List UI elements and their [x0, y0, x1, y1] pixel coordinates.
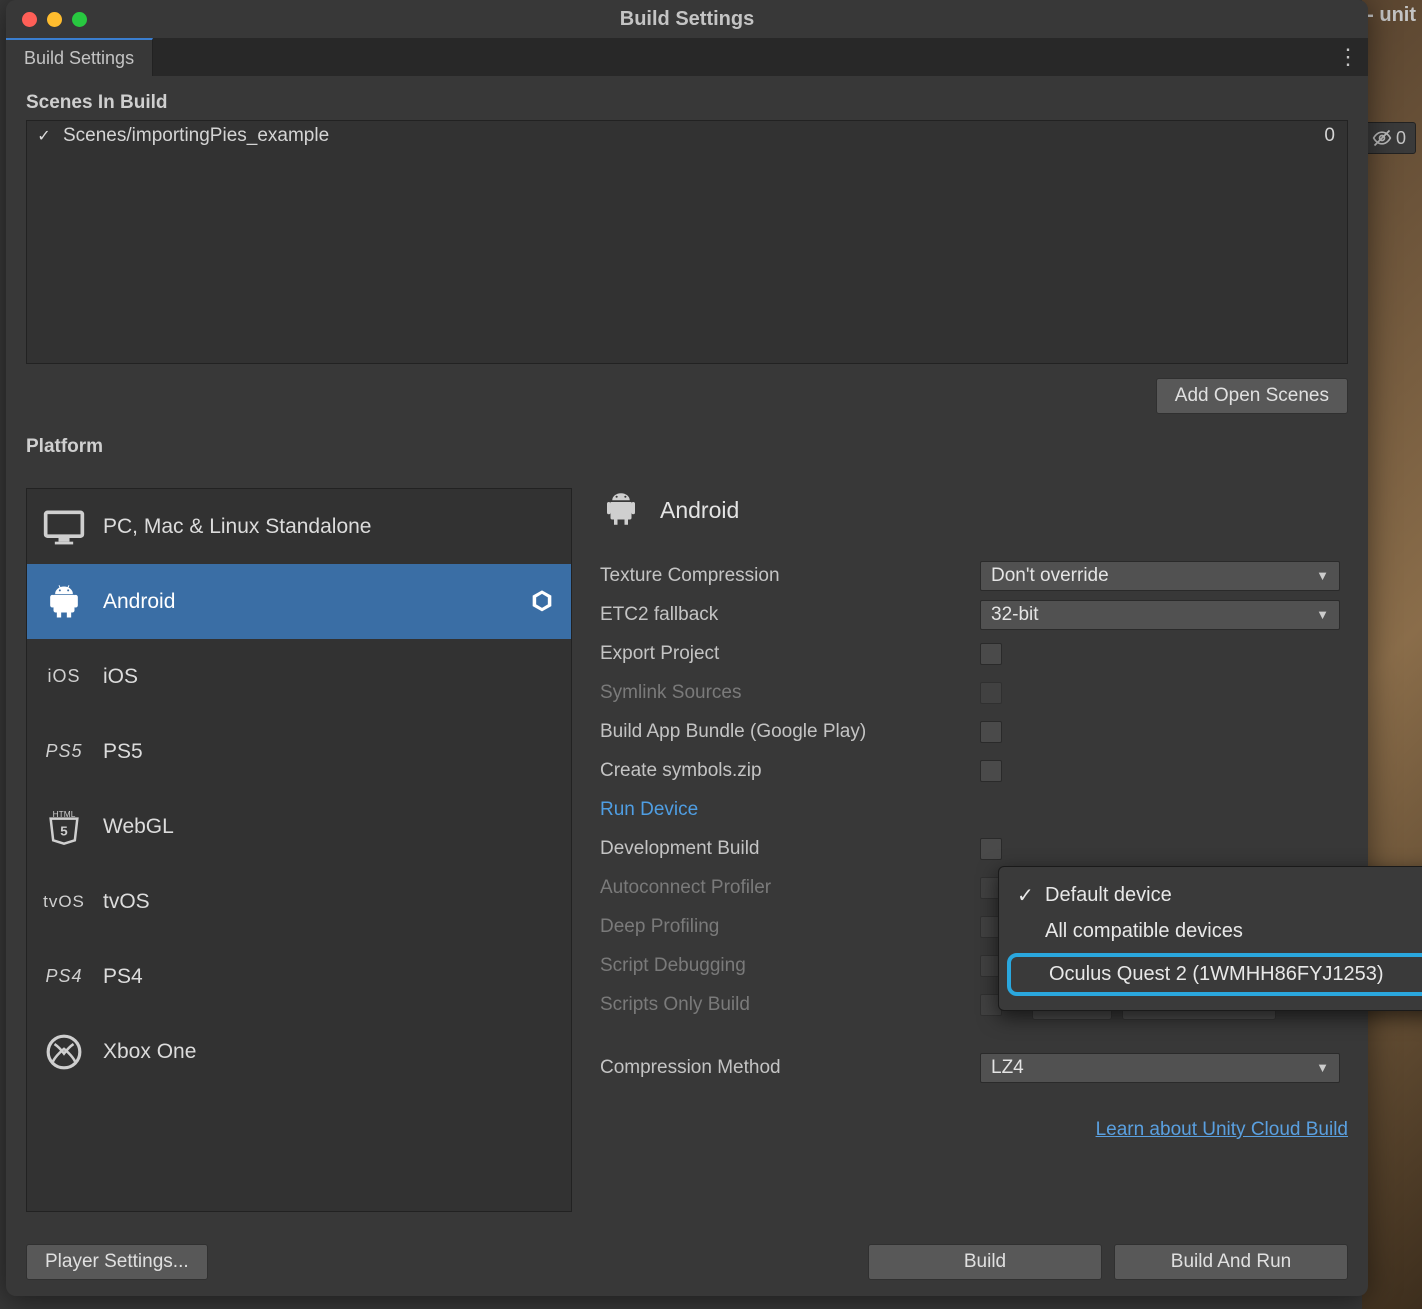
zoom-icon[interactable] [72, 12, 87, 27]
platform-label: PC, Mac & Linux Standalone [103, 515, 372, 539]
background-scene [1362, 0, 1422, 1309]
minimize-icon[interactable] [47, 12, 62, 27]
popup-item-all-compatible[interactable]: All compatible devices [999, 914, 1422, 949]
platform-item-android[interactable]: Android [27, 564, 571, 639]
platform-item-ps5[interactable]: PS5 PS5 [27, 714, 571, 789]
dropdown-value: LZ4 [991, 1057, 1024, 1079]
dropdown-value: Don't override [991, 565, 1109, 587]
scene-index: 0 [1324, 125, 1339, 147]
background-toolbar-count: 0 [1396, 128, 1406, 149]
compression-method-label: Compression Method [600, 1057, 980, 1079]
check-icon: ✓ [1017, 883, 1035, 908]
run-device-popup: ✓ Default device All compatible devices … [998, 866, 1422, 1011]
build-and-run-button[interactable]: Build And Run [1114, 1244, 1348, 1280]
ps4-icon: PS4 [41, 954, 87, 1000]
tvos-icon: tvOS [41, 879, 87, 925]
build-app-bundle-label: Build App Bundle (Google Play) [600, 721, 980, 743]
popup-item-label: Oculus Quest 2 (1WMHH86FYJ1253) [1049, 963, 1384, 986]
create-symbols-checkbox[interactable] [980, 760, 1002, 782]
platform-label: Xbox One [103, 1040, 196, 1064]
checkbox-checked-icon[interactable]: ✓ [35, 127, 53, 145]
settings-header-label: Android [660, 497, 739, 524]
platform-item-xboxone[interactable]: Xbox One [27, 1014, 571, 1089]
background-toolbar: 0 [1362, 122, 1416, 154]
add-open-scenes-button[interactable]: Add Open Scenes [1156, 378, 1348, 414]
platform-list: PC, Mac & Linux Standalone Android iOS i… [26, 488, 572, 1212]
chevron-down-icon: ▼ [1316, 607, 1329, 622]
build-app-bundle-checkbox[interactable] [980, 721, 1002, 743]
build-settings-pane: Android Texture Compression Don't overri… [600, 488, 1348, 1212]
symlink-sources-label: Symlink Sources [600, 682, 980, 704]
development-build-label: Development Build [600, 838, 980, 860]
etc2-fallback-dropdown[interactable]: 32-bit ▼ [980, 600, 1340, 630]
platform-item-ios[interactable]: iOS iOS [27, 639, 571, 714]
development-build-checkbox[interactable] [980, 838, 1002, 860]
kebab-menu-icon[interactable]: ⋮ [1328, 38, 1368, 76]
platform-label: iOS [103, 665, 138, 689]
player-settings-button[interactable]: Player Settings... [26, 1244, 208, 1280]
window-title: Build Settings [620, 8, 754, 31]
svg-text:5: 5 [60, 823, 68, 838]
export-project-label: Export Project [600, 643, 980, 665]
tab-build-settings[interactable]: Build Settings [6, 38, 153, 76]
popup-item-oculus-quest-2[interactable]: Oculus Quest 2 (1WMHH86FYJ1253) [1007, 953, 1422, 996]
traffic-lights [22, 12, 87, 27]
platform-label: PS5 [103, 740, 143, 764]
scripts-only-build-label: Scripts Only Build [600, 994, 980, 1016]
xbox-icon [41, 1029, 87, 1075]
chevron-down-icon: ▼ [1316, 1060, 1329, 1075]
eye-slash-icon [1372, 128, 1392, 148]
titlebar: Build Settings [6, 0, 1368, 38]
chevron-down-icon: ▼ [1316, 568, 1329, 583]
build-settings-window: Build Settings Build Settings ⋮ Scenes I… [6, 0, 1368, 1296]
platform-label: tvOS [103, 890, 150, 914]
platform-item-ps4[interactable]: PS4 PS4 [27, 939, 571, 1014]
platform-heading: Platform [26, 436, 1348, 458]
scene-path: Scenes/importingPies_example [63, 125, 329, 147]
unity-logo-icon [527, 587, 557, 617]
popup-item-label: All compatible devices [1045, 920, 1243, 943]
autoconnect-profiler-label: Autoconnect Profiler [600, 877, 980, 899]
deep-profiling-label: Deep Profiling [600, 916, 980, 938]
footer: Player Settings... Build Build And Run [6, 1228, 1368, 1296]
html5-icon: HTML5 [41, 804, 87, 850]
scenes-list[interactable]: ✓ Scenes/importingPies_example 0 [26, 120, 1348, 364]
popup-item-default-device[interactable]: ✓ Default device [999, 877, 1422, 914]
platform-item-webgl[interactable]: HTML5 WebGL [27, 789, 571, 864]
android-icon [600, 488, 644, 532]
android-icon [41, 579, 87, 625]
platform-item-standalone[interactable]: PC, Mac & Linux Standalone [27, 489, 571, 564]
etc2-fallback-label: ETC2 fallback [600, 604, 980, 626]
dropdown-value: 32-bit [991, 604, 1039, 626]
build-button[interactable]: Build [868, 1244, 1102, 1280]
create-symbols-label: Create symbols.zip [600, 760, 980, 782]
scene-row[interactable]: ✓ Scenes/importingPies_example 0 [35, 125, 1339, 147]
close-icon[interactable] [22, 12, 37, 27]
scenes-heading: Scenes In Build [26, 92, 1348, 114]
platform-label: WebGL [103, 815, 174, 839]
monitor-icon [41, 504, 87, 550]
texture-compression-dropdown[interactable]: Don't override ▼ [980, 561, 1340, 591]
run-device-label: Run Device [600, 799, 980, 821]
script-debugging-label: Script Debugging [600, 955, 980, 977]
symlink-sources-checkbox [980, 682, 1002, 704]
learn-cloud-build-link[interactable]: Learn about Unity Cloud Build [600, 1119, 1348, 1141]
platform-label: PS4 [103, 965, 143, 989]
platform-label: Android [103, 590, 175, 614]
export-project-checkbox[interactable] [980, 643, 1002, 665]
ps5-icon: PS5 [41, 729, 87, 775]
popup-item-label: Default device [1045, 884, 1172, 907]
texture-compression-label: Texture Compression [600, 565, 980, 587]
compression-method-dropdown[interactable]: LZ4 ▼ [980, 1053, 1340, 1083]
platform-item-tvos[interactable]: tvOS tvOS [27, 864, 571, 939]
ios-icon: iOS [41, 654, 87, 700]
tabbar: Build Settings ⋮ [6, 38, 1368, 76]
